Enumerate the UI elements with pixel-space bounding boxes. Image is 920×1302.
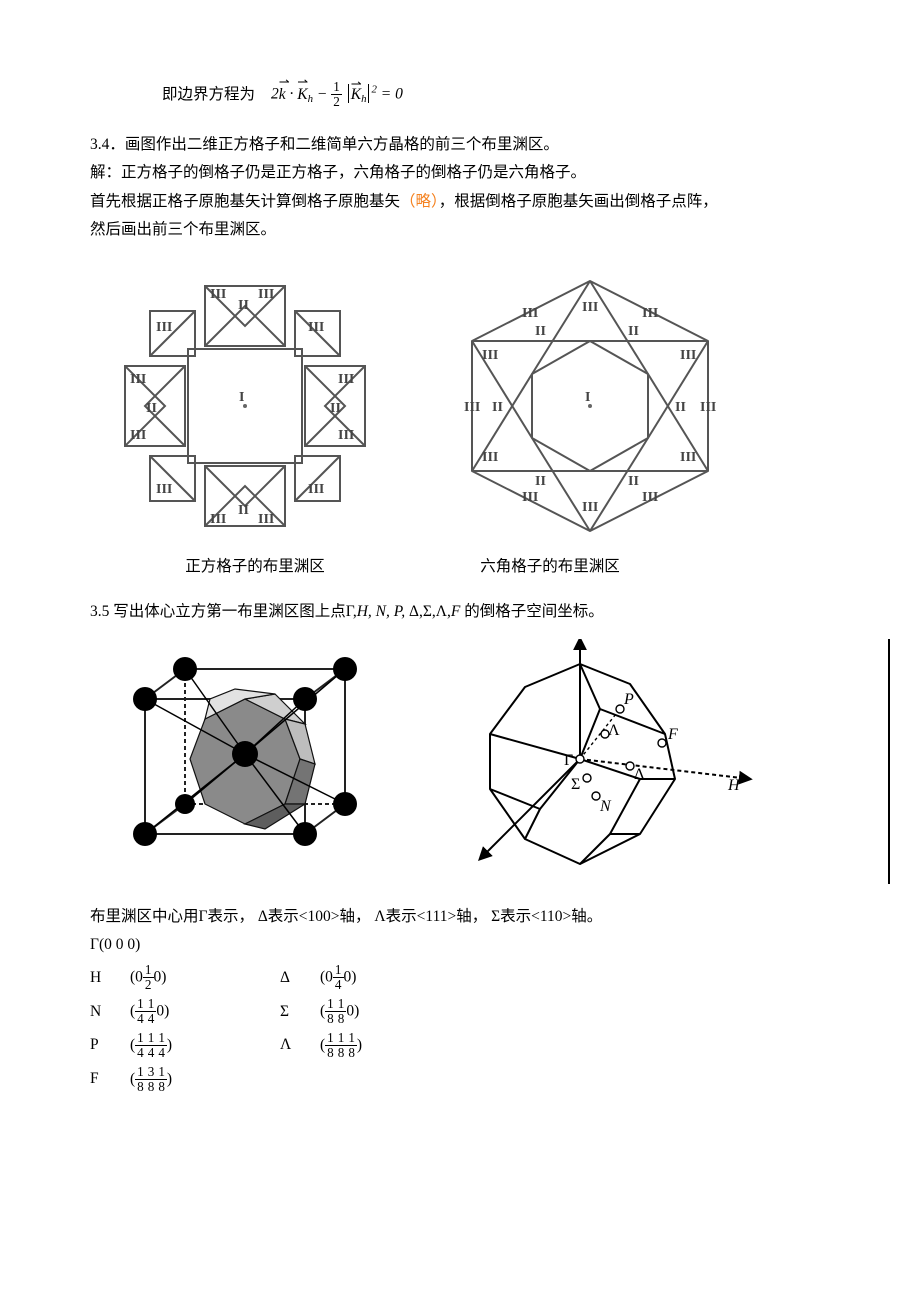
svg-text:II: II — [628, 474, 639, 489]
svg-text:III: III — [258, 512, 274, 527]
equation-prefix: 即边界方程为 — [162, 82, 255, 108]
svg-text:Σ: Σ — [571, 776, 580, 793]
figure-row-bz: I II II II II III III III III III III II… — [90, 261, 830, 546]
q35-symbols-italic: H, N, P, — [357, 603, 405, 620]
caption-hex: 六角格子的布里渊区 — [435, 554, 665, 580]
svg-text:Δ: Δ — [634, 766, 644, 783]
svg-text:III: III — [680, 450, 696, 465]
svg-text:III: III — [522, 490, 538, 505]
q34-line2a: 首先根据正格子原胞基矢计算倒格子原胞基矢 — [90, 193, 400, 210]
coord-row: P(141414)Λ(181818) — [90, 1031, 830, 1061]
svg-text:III: III — [522, 306, 538, 321]
question-3-4: 3.4．画图作出二维正方格子和二维简单六方晶格的前三个布里渊区。 解：正方格子的… — [90, 132, 830, 243]
q35-text-1: 3.5 写出体心立方第一布里渊区图上点Γ, — [90, 603, 357, 620]
svg-text:III: III — [338, 372, 354, 387]
svg-text:III: III — [680, 348, 696, 363]
q35-explanation: 布里渊区中心用Γ表示， Δ表示<100>轴， Λ表示<111>轴， Σ表示<11… — [90, 904, 830, 930]
q34-line3: 然后画出前三个布里渊区。 — [90, 217, 830, 243]
svg-text:III: III — [210, 287, 226, 302]
q35-gamma-coord: Γ(0 0 0) — [90, 932, 830, 958]
svg-text:II: II — [492, 400, 503, 415]
svg-text:II: II — [330, 401, 341, 416]
equation-formula: 2k · Kh − 12 Kh2 = 0 — [271, 80, 403, 110]
svg-text:II: II — [238, 503, 249, 518]
equation-line: 即边界方程为 2k · Kh − 12 Kh2 = 0 — [162, 80, 830, 110]
svg-text:Λ: Λ — [608, 722, 620, 739]
caption-square: 正方格子的布里渊区 — [140, 554, 370, 580]
figure-hex-bz: I III III III III III III II II II II II… — [420, 261, 760, 546]
coord-row: F(183818) — [90, 1065, 830, 1095]
svg-text:II: II — [628, 324, 639, 339]
svg-text:II: II — [535, 324, 546, 339]
svg-text:III: III — [210, 512, 226, 527]
coord-row: H(0120)Δ(0140) — [90, 963, 830, 993]
svg-text:III: III — [700, 400, 716, 415]
q34-line2b: ，根据倒格子原胞基矢画出倒格子点阵， — [439, 193, 718, 210]
svg-text:Γ: Γ — [564, 752, 573, 769]
svg-text:II: II — [535, 474, 546, 489]
q34-title: 画图作出二维正方格子和二维简单六方晶格的前三个布里渊区。 — [125, 136, 559, 153]
svg-text:P: P — [623, 691, 634, 708]
question-3-5: 3.5 写出体心立方第一布里渊区图上点Γ,H, N, P, Δ,Σ,Λ,F 的倒… — [90, 599, 830, 625]
figure-bcc-shaded — [90, 639, 390, 884]
q35-tail: 的倒格子空间坐标。 — [460, 603, 603, 620]
svg-text:II: II — [238, 298, 249, 313]
q35-f: F — [451, 603, 460, 620]
q34-line1: 正方格子的倒格子仍是正方格子，六角格子的倒格子仍是六角格子。 — [121, 164, 586, 181]
coordinate-table: H(0120)Δ(0140) N(14140)Σ(18180) P(141414)Λ… — [90, 963, 830, 1095]
figure-row-bcc: P F Γ Λ Δ Σ N H — [90, 639, 890, 884]
svg-text:II: II — [146, 401, 157, 416]
svg-text:III: III — [258, 287, 274, 302]
svg-text:I: I — [585, 390, 590, 405]
svg-text:III: III — [582, 300, 598, 315]
svg-text:H: H — [727, 777, 741, 794]
svg-text:III: III — [338, 428, 354, 443]
svg-text:III: III — [308, 320, 324, 335]
figure-square-bz: I II II II II III III III III III III II… — [90, 261, 400, 546]
svg-text:III: III — [642, 490, 658, 505]
q34-number: 3.4． — [90, 136, 125, 153]
svg-text:I: I — [239, 390, 244, 405]
svg-text:III: III — [156, 320, 172, 335]
q35-symbols-greek: Δ,Σ,Λ, — [405, 603, 451, 620]
q34-omit: （略） — [400, 193, 439, 210]
svg-text:III: III — [156, 482, 172, 497]
svg-text:II: II — [675, 400, 686, 415]
figure-captions: 正方格子的布里渊区 六角格子的布里渊区 — [90, 554, 830, 580]
svg-text:III: III — [482, 450, 498, 465]
figure-bcc-labeled: P F Γ Λ Δ Σ N H — [430, 639, 770, 884]
svg-text:N: N — [599, 798, 612, 815]
svg-text:III: III — [482, 348, 498, 363]
svg-text:III: III — [308, 482, 324, 497]
q34-solution-label: 解： — [90, 164, 121, 181]
svg-text:F: F — [667, 726, 678, 743]
svg-text:III: III — [464, 400, 480, 415]
coord-row: N(14140)Σ(18180) — [90, 997, 830, 1027]
svg-text:III: III — [130, 428, 146, 443]
svg-text:III: III — [130, 372, 146, 387]
svg-text:III: III — [642, 306, 658, 321]
svg-text:III: III — [582, 500, 598, 515]
